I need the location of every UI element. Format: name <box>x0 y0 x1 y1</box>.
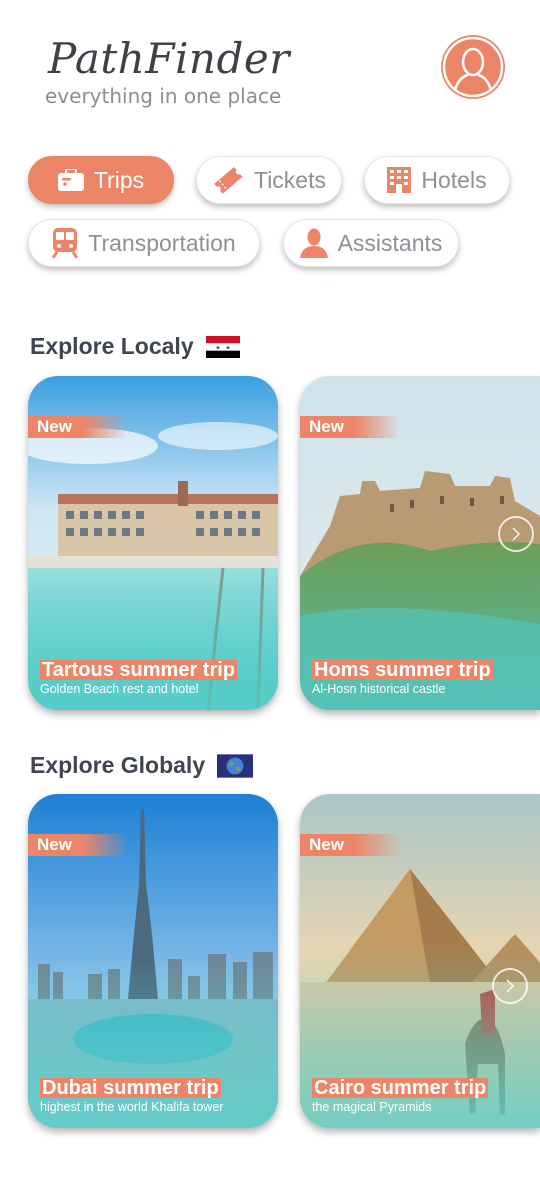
trip-card-dubai[interactable]: New Dubai summer trip highest in the wor… <box>28 794 278 1128</box>
new-badge: New <box>300 834 400 856</box>
app-title: PathFinder <box>48 34 290 83</box>
trip-subtitle: the magical Pyramids <box>312 1100 432 1114</box>
category-label: Hotels <box>421 166 487 193</box>
section-heading-local: Explore Localy ★ ★ <box>30 333 240 360</box>
category-chip-tickets[interactable]: Tickets <box>196 156 342 204</box>
ticket-icon <box>214 167 243 194</box>
carousel-next-button[interactable] <box>492 968 528 1004</box>
category-chip-transportation[interactable]: Transportation <box>28 219 260 267</box>
trip-card-cairo[interactable]: New Cairo summer trip the magical Pyrami… <box>300 794 540 1128</box>
trip-title: Homs summer trip <box>312 659 493 681</box>
new-badge: New <box>28 416 128 438</box>
trip-card-tartous[interactable]: New Tartous summer trip Golden Beach res… <box>28 376 278 710</box>
category-label: Assistants <box>337 229 443 256</box>
section-heading-global: Explore Globaly <box>30 752 254 779</box>
profile-avatar[interactable] <box>441 35 505 99</box>
category-chip-assistants[interactable]: Assistants <box>283 219 459 267</box>
section-title: Explore Localy <box>30 333 194 359</box>
syria-flag-icon: ★ ★ <box>205 335 240 358</box>
new-badge: New <box>28 834 128 856</box>
globe-flag-icon <box>217 753 254 778</box>
hotel-icon <box>387 167 412 193</box>
trip-title: Tartous summer trip <box>40 659 237 681</box>
trip-subtitle: Al-Hosn historical castle <box>312 682 446 696</box>
brand: PathFinder everything in one place <box>45 34 290 109</box>
svg-text:★: ★ <box>225 344 230 351</box>
chevron-right-icon <box>506 979 515 993</box>
chevron-right-icon <box>512 527 521 541</box>
suitcase-icon <box>57 169 84 191</box>
user-avatar-icon <box>442 36 504 98</box>
svg-text:★: ★ <box>215 344 220 351</box>
section-title: Explore Globaly <box>30 752 206 778</box>
train-icon <box>52 228 79 258</box>
new-badge: New <box>300 416 400 438</box>
app-tagline: everything in one place <box>45 84 282 108</box>
category-label: Trips <box>93 166 145 193</box>
carousel-next-button[interactable] <box>498 516 534 552</box>
trip-card-homs[interactable]: New Homs summer trip Al-Hosn historical … <box>300 376 540 710</box>
category-label: Transportation <box>88 229 236 256</box>
trip-title: Cairo summer trip <box>312 1077 489 1099</box>
category-chip-hotels[interactable]: Hotels <box>364 156 510 204</box>
trip-title: Dubai summer trip <box>40 1077 221 1099</box>
trip-subtitle: highest in the world Khalifa tower <box>40 1100 224 1114</box>
category-label: Tickets <box>254 166 326 193</box>
person-icon <box>299 228 328 258</box>
trip-subtitle: Golden Beach rest and hotel <box>40 682 199 696</box>
category-chip-trips[interactable]: Trips <box>28 156 174 204</box>
